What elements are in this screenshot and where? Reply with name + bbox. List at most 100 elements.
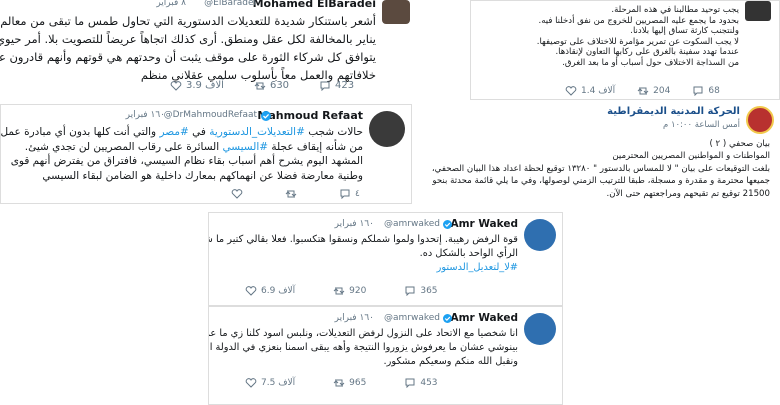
author-handle[interactable]: @amrwaked: [384, 219, 440, 229]
tweet-line: من السذاجة الاختلاف حول أسباب أو ما بعد …: [562, 57, 739, 68]
avatar[interactable]: [745, 1, 771, 21]
retweet-icon: [637, 87, 649, 95]
tweet-date[interactable]: ١٦٠ فبراير: [335, 313, 374, 323]
retweet-button[interactable]: 965: [333, 378, 366, 388]
tweet-line: بينوشي عشان ما يعرفوش يزوروا النتيجة وأه…: [208, 342, 518, 353]
tweet-date[interactable]: ١٦٠ فبراير: [335, 219, 374, 229]
reply-icon: [405, 378, 415, 388]
reply-icon: [340, 189, 350, 199]
tweet-text: قوة الرفض رهيبة. إتحدوا ولموا شملكم ونسق…: [208, 233, 518, 275]
like-count: 1.4 آلاف: [581, 86, 616, 96]
tweet-text: حالات شجب #التعديلات_الدستورية في #مصر و…: [1, 125, 363, 183]
like-count: 3.9 آلاف: [186, 80, 224, 91]
avatar[interactable]: [746, 106, 774, 134]
tweet-time[interactable]: أمس الساعة ١٠:٠٠ م: [663, 120, 740, 130]
like-button[interactable]: 6.9 آلاف: [245, 286, 295, 296]
retweet-button[interactable]: 204: [637, 86, 670, 96]
tweet-line: يناير بالمخالفة لكل عقل ومنطق. أرى كذلك …: [0, 32, 376, 46]
retweet-button[interactable]: 920: [333, 286, 366, 296]
reply-button[interactable]: 68: [692, 86, 720, 96]
verified-icon: [443, 314, 452, 323]
tweet-text: انا شخصيا مع الاتحاد على النزول لرفض الت…: [208, 327, 518, 369]
heart-icon: [245, 378, 257, 388]
tweet-elbaradei: Mohamed ElBaradei @ElBaradei ٨ فبراير أش…: [0, 0, 412, 98]
tweet-line: بحدود ما يجمع عليه المصريين للخروج من نف…: [538, 15, 740, 26]
tweet-text: أشعر باستنكار شديدة للتعديلات الدستورية …: [0, 12, 376, 84]
tweet-date[interactable]: ١٦٠ فبراير: [126, 110, 165, 120]
author-name[interactable]: Mohamed ElBaradei: [253, 0, 376, 10]
tweet-text: بيان صحفي ( ٢ ) المواطنات و المواطنين ال…: [432, 138, 770, 200]
author-handle[interactable]: @ElBaradei: [204, 0, 256, 8]
tweet-amr-waked-2: Amr Waked @amrwaked ١٦٠ فبراير انا شخصيا…: [208, 306, 563, 405]
like-button[interactable]: 3.9 آلاف: [170, 80, 224, 91]
reply-button[interactable]: 453: [404, 378, 438, 388]
retweet-icon: [285, 190, 297, 198]
tweet-line: وطنية معارضة فضلا عن انهماكهم بمعارك داخ…: [42, 169, 363, 182]
reply-count: 453: [420, 378, 438, 388]
verified-icon: [443, 220, 452, 229]
tweet-amr-waked-1: Amr Waked @amrwaked ١٦٠ فبراير قوة الرفض…: [208, 212, 563, 306]
retweet-count: 920: [349, 286, 367, 296]
author-handle[interactable]: @DrMahmoudRefaat: [164, 110, 257, 120]
tweet-line: بيان صحفي ( ٢ ): [709, 139, 770, 149]
author-name[interactable]: Amr Waked: [450, 218, 518, 230]
hashtag-link[interactable]: #مصر: [159, 126, 188, 138]
tweet-line: قوة الرفض رهيبة. إتحدوا ولموا شملكم ونسق…: [208, 234, 518, 245]
hashtag-link[interactable]: #التعديلات_الدستورية: [209, 126, 305, 138]
tweet-line: عندما تهدد سفينة بالغرق على ركابها التعا…: [555, 47, 739, 57]
tweet-line: ونقبل الله منكم وسعيكم مشكور.: [383, 356, 518, 367]
avatar[interactable]: [382, 0, 410, 24]
tweet-line: 21500 توقيع تم تقيحهم ومراجعتهم حتى الآن…: [606, 188, 770, 199]
retweet-button[interactable]: [285, 189, 301, 199]
avatar[interactable]: [524, 219, 556, 251]
reply-button[interactable]: 423: [319, 80, 354, 91]
tweet-text: يجب توحيد مطالبنا في هذه المرحلة. بحدود …: [537, 5, 739, 68]
tweet-date[interactable]: ٨ فبراير: [156, 0, 186, 8]
retweet-count: 965: [349, 378, 367, 388]
tweet-line: أشعر باستنكار شديدة للتعديلات الدستورية …: [0, 14, 376, 28]
reply-count: 365: [420, 286, 438, 296]
reply-icon: [320, 81, 330, 91]
tweet-actions: 1.4 آلاف 204 68: [565, 86, 720, 96]
author-name[interactable]: Mahmoud Refaat: [257, 109, 363, 122]
reply-icon: [693, 86, 703, 96]
heart-icon: [170, 80, 182, 91]
author-name[interactable]: Amr Waked: [450, 312, 518, 324]
reply-button[interactable]: 365: [404, 286, 438, 296]
retweet-count: 630: [269, 80, 290, 91]
retweet-button[interactable]: 630: [254, 80, 289, 91]
heart-icon: [565, 86, 577, 96]
retweet-icon: [333, 379, 345, 387]
avatar[interactable]: [524, 313, 556, 345]
heart-icon: [245, 286, 257, 296]
tweet-line: انا شخصيا مع الاتحاد على النزول لرفض الت…: [208, 328, 518, 339]
like-count: 7.5 آلاف: [261, 378, 296, 388]
reply-count: ٤: [355, 189, 360, 199]
tweet-actions: 3.9 آلاف 630 423: [170, 80, 354, 91]
hashtag-link[interactable]: #لا_لتعديل_الدستور: [209, 261, 518, 275]
author-handle[interactable]: @amrwaked: [384, 313, 440, 323]
tweet-line: الرأي الواحد بالشكل ده.: [419, 248, 518, 259]
tweet-line: يجب توحيد مطالبنا في هذه المرحلة.: [611, 5, 739, 15]
tweet-line: من شأنه إيقاف عجلة #السيسي السائرة على ر…: [24, 140, 363, 153]
verified-icon: [261, 111, 271, 121]
reply-count: 423: [335, 80, 355, 91]
tweet-line: بلغت التوقيعات على بيان " لا للمساس بالد…: [431, 163, 770, 174]
tweet-line: لا يجب السكوت عن تمرير مؤامرة للاختلاف ع…: [536, 36, 739, 47]
avatar[interactable]: [369, 111, 405, 147]
tweet-line: المواطنات و المواطنين المصريين المحترمين: [612, 151, 770, 162]
like-count: 6.9 آلاف: [261, 286, 296, 296]
tweet-line: ولنتجنب كارثة تساق إليها بلادنا.: [630, 26, 739, 36]
tweet-line: المشهد اليوم يشرح أهم أسباب بقاء نظام ال…: [10, 155, 363, 167]
tweet-actions: 7.5 آلاف 965 453: [245, 378, 438, 388]
hashtag-link[interactable]: #السيسي: [223, 141, 269, 153]
reply-button[interactable]: ٤: [339, 189, 360, 199]
tweet-actions: 6.9 آلاف 920 365: [245, 286, 438, 296]
like-button[interactable]: 1.4 آلاف: [565, 86, 615, 96]
like-button[interactable]: [231, 189, 247, 199]
reply-icon: [405, 286, 415, 296]
author-name[interactable]: الحركة المدنية الديمقراطية: [607, 106, 740, 117]
tweet-civil-democratic-movement: الحركة المدنية الديمقراطية أمس الساعة ١٠…: [420, 104, 780, 210]
like-button[interactable]: 7.5 آلاف: [245, 378, 295, 388]
tweet-line: جميعها محترمة و مقدرة و مسجلة، طبقا للتر…: [432, 176, 770, 187]
